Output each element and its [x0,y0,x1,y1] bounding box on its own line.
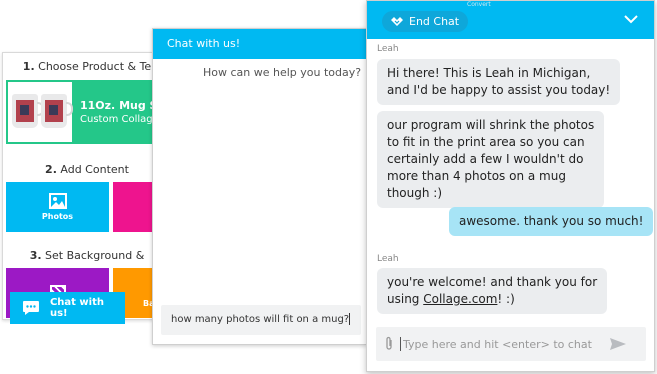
prechat-header: Chat with us! [153,29,366,59]
photos-tile-label: Photos [41,212,74,221]
photos-tile[interactable]: Photos [6,182,109,232]
chat-compose-bar [376,327,646,361]
paperclip-icon[interactable] [384,336,394,352]
prechat-panel: Chat with us! How can we help you today?… [152,28,367,345]
handshake-icon [391,16,403,26]
mug-image [8,82,73,142]
end-chat-button[interactable]: End Chat [382,11,469,32]
step-1-title: 1. Choose Product & Te [22,60,152,73]
background-peek-text: Convert [467,1,491,8]
message-sender: Leah [377,44,399,54]
chat-bubble-icon [22,301,39,315]
image-icon [48,193,67,209]
collage-link[interactable]: Collage.com [423,292,497,306]
chat-with-us-label: Chat with us! [49,297,105,319]
step-3-title: 3. Set Background & [29,249,145,262]
message-sender: Leah [377,254,399,264]
prechat-prompt: How can we help you today? [203,66,362,79]
end-chat-label: End Chat [409,15,460,28]
product-builder-panel: 1. Choose Product & Te 11Oz. Mug Soli Cu… [2,52,172,320]
prechat-message-input[interactable]: how many photos will fit on a mug? [161,305,361,335]
chat-message-input[interactable] [400,337,605,351]
chat-message: our program will shrink the photos to fi… [377,111,605,208]
chat-message: Hi there! This is Leah in Michigan, and … [377,59,621,105]
send-icon[interactable] [609,337,627,351]
chat-header: Convert End Chat [367,1,654,39]
chat-panel: Convert End Chat Leah Hi there! This is … [366,0,655,372]
chevron-down-icon[interactable] [624,14,638,24]
product-card[interactable]: 11Oz. Mug Soli Custom Collage [6,80,171,144]
chat-message-user: awesome. thank you so much! [449,207,654,236]
chat-with-us-button[interactable]: Chat with us! [10,292,125,324]
step-2-title: 2. Add Content [45,163,129,176]
chat-message: you're welcome! and thank you for using … [377,268,608,314]
